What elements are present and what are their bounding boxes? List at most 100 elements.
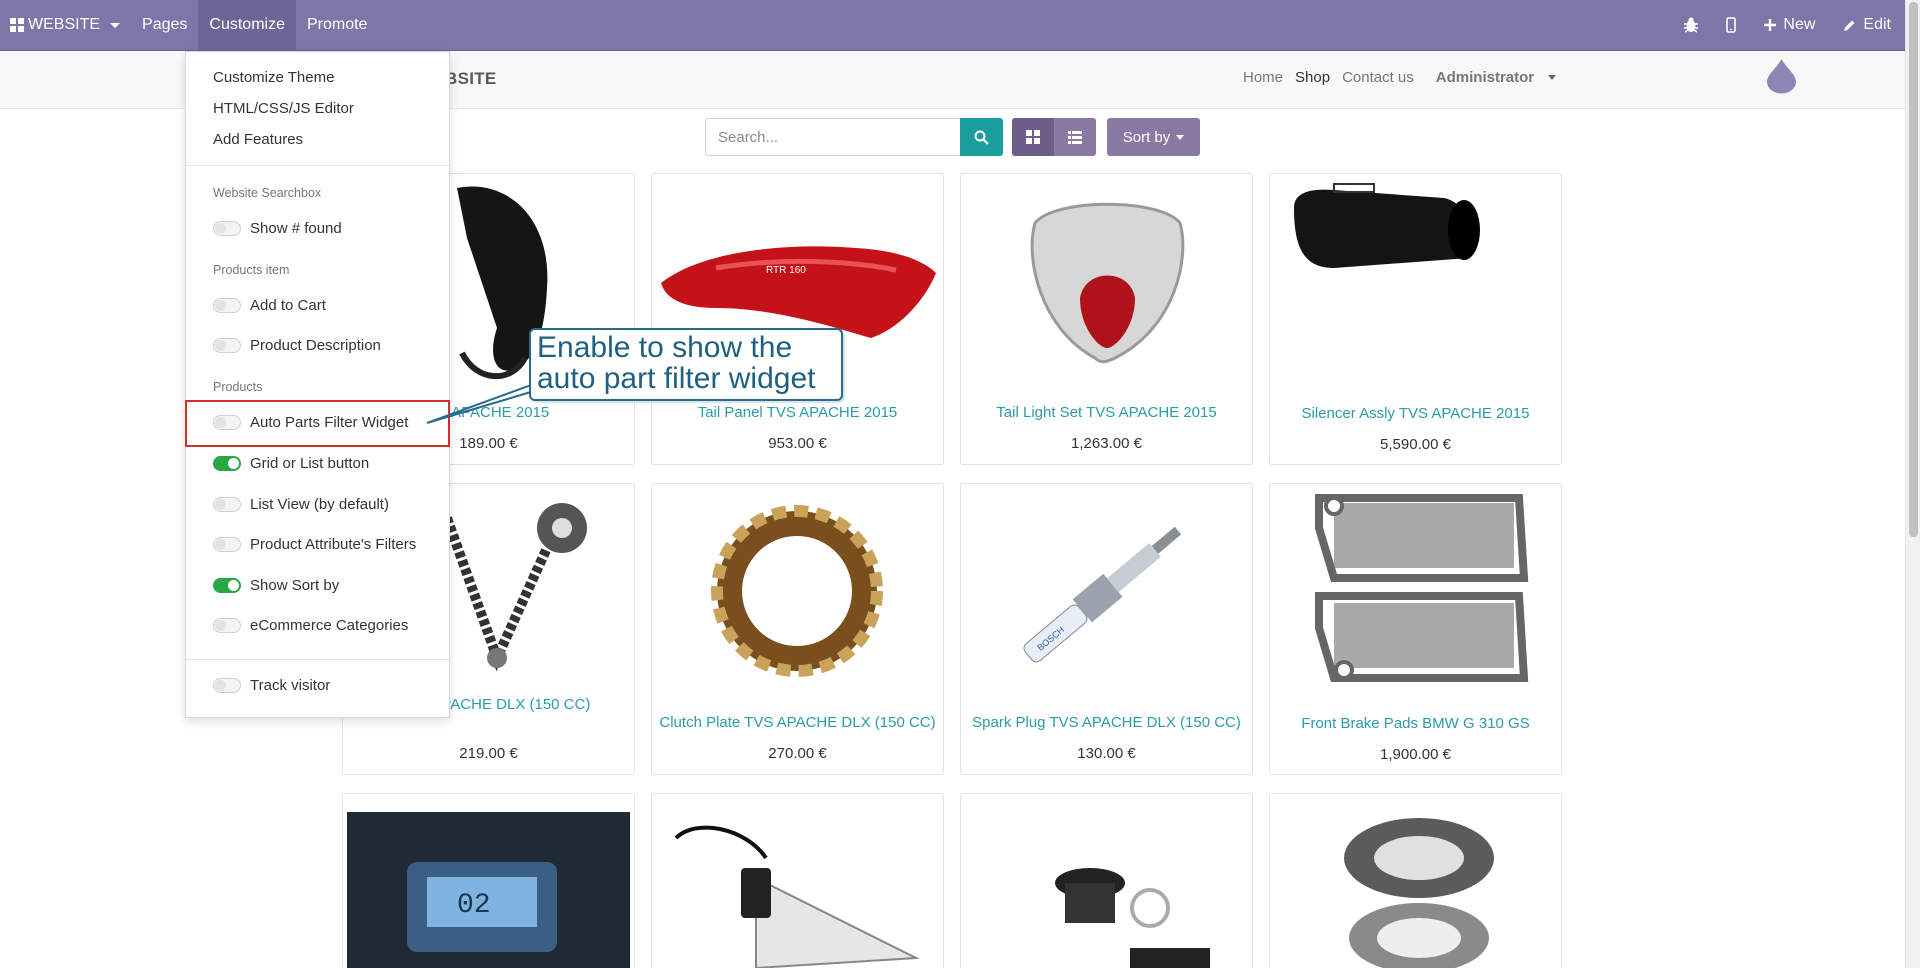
annotation-callout: Enable to show the auto part filter widg…	[529, 328, 843, 401]
option-show-sort-by[interactable]: Show Sort by	[213, 577, 339, 594]
option-label: Track visitor	[250, 677, 331, 694]
caret-down-icon	[1176, 134, 1185, 140]
product-price: 219.00 €	[459, 745, 518, 762]
option-show-found[interactable]: Show # found	[213, 220, 342, 237]
product-name[interactable]: Tail Light Set TVS APACHE 2015	[965, 404, 1248, 422]
bug-icon	[1684, 17, 1699, 33]
menu-header-website-searchbox: Website Searchbox	[213, 186, 322, 200]
product-price: 270.00 €	[768, 745, 827, 762]
option-product-description[interactable]: Product Description	[213, 337, 381, 354]
product-name[interactable]: Front Brake Pads BMW G 310 GS	[1274, 715, 1557, 733]
product-image-brake-pads[interactable]	[1274, 488, 1557, 693]
toggle-switch[interactable]	[213, 298, 241, 313]
product-image-spark-plug[interactable]: BOSCH	[965, 488, 1248, 693]
product-card[interactable]: Tail Light Set TVS APACHE 2015 1,263.00 …	[960, 173, 1253, 465]
new-button[interactable]: New	[1750, 0, 1829, 51]
view-toggle	[1012, 118, 1096, 156]
option-product-attribute-filters[interactable]: Product Attribute's Filters	[213, 536, 416, 553]
menu-divider	[186, 659, 449, 660]
product-card[interactable]	[960, 793, 1253, 968]
product-image-tail-light[interactable]	[965, 178, 1248, 383]
list-view-icon	[1068, 130, 1082, 144]
menu-customize-theme[interactable]: Customize Theme	[213, 69, 334, 86]
product-image-speedometer[interactable]: 02	[347, 812, 630, 968]
toggle-switch-on[interactable]	[213, 578, 241, 593]
mobile-preview-button[interactable]	[1712, 0, 1750, 51]
nav-home[interactable]: Home	[1237, 69, 1289, 86]
svg-text:RTR 160: RTR 160	[766, 265, 806, 276]
product-image-clutch-plate[interactable]	[656, 488, 939, 693]
customize-menu[interactable]: Customize	[198, 0, 296, 51]
edit-button[interactable]: Edit	[1829, 0, 1905, 51]
grid-view-button[interactable]	[1012, 118, 1054, 156]
product-image-indicator[interactable]	[656, 798, 939, 968]
search-icon	[974, 130, 989, 145]
grid-apps-icon	[10, 18, 24, 32]
debug-button[interactable]	[1670, 0, 1712, 51]
option-track-visitor[interactable]: Track visitor	[213, 677, 330, 694]
product-card[interactable]: RTR 160 Tail Panel TVS APACHE 2015 953.0…	[651, 173, 944, 465]
pencil-icon	[1844, 20, 1855, 31]
product-image-bearing[interactable]	[1274, 798, 1557, 968]
menu-html-css-js-editor[interactable]: HTML/CSS/JS Editor	[213, 100, 354, 117]
nav-shop[interactable]: Shop	[1289, 69, 1336, 86]
mobile-icon	[1726, 17, 1737, 33]
option-label: Show # found	[250, 220, 342, 237]
menu-add-features[interactable]: Add Features	[213, 131, 303, 148]
pages-menu[interactable]: Pages	[131, 0, 198, 51]
callout-line-1: Enable to show the	[537, 331, 793, 364]
product-card[interactable]: Silencer Assly TVS APACHE 2015 5,590.00 …	[1269, 173, 1562, 465]
nav-contact[interactable]: Contact us	[1336, 69, 1420, 86]
toggle-switch[interactable]	[213, 338, 241, 353]
product-price: 5,590.00 €	[1380, 436, 1451, 453]
option-grid-or-list-button[interactable]: Grid or List button	[213, 455, 369, 472]
caret-down-icon	[110, 22, 121, 28]
sort-by-dropdown[interactable]: Sort by	[1107, 118, 1200, 156]
toggle-switch[interactable]	[213, 537, 241, 552]
customize-dropdown-menu: Customize Theme HTML/CSS/JS Editor Add F…	[185, 51, 450, 718]
option-add-to-cart[interactable]: Add to Cart	[213, 297, 326, 314]
toggle-switch[interactable]	[213, 221, 241, 236]
toggle-switch[interactable]	[213, 618, 241, 633]
product-card[interactable]	[1269, 793, 1562, 968]
toggle-switch-on[interactable]	[213, 456, 241, 471]
product-card[interactable]: Front Brake Pads BMW G 310 GS 1,900.00 €	[1269, 483, 1562, 775]
toggle-switch[interactable]	[213, 678, 241, 693]
list-view-button[interactable]	[1054, 118, 1096, 156]
option-ecommerce-categories[interactable]: eCommerce Categories	[213, 617, 408, 634]
main-navigation: Home Shop Contact us Administrator	[1237, 69, 1562, 86]
product-card[interactable]: BOSCH Spark Plug TVS APACHE DLX (150 CC)…	[960, 483, 1253, 775]
option-label: Show Sort by	[250, 577, 340, 594]
option-list-view-default[interactable]: List View (by default)	[213, 496, 389, 513]
sort-by-label: Sort by	[1122, 128, 1171, 146]
option-label: eCommerce Categories	[250, 617, 409, 634]
product-card[interactable]: 02	[342, 793, 635, 968]
admin-navbar: WEBSITE Pages Customize Promote New Edit	[0, 0, 1905, 51]
option-label: Grid or List button	[250, 455, 370, 472]
page-scrollbar[interactable]	[1905, 0, 1920, 968]
product-image-silencer[interactable]	[1274, 178, 1557, 383]
menu-divider	[186, 165, 449, 166]
new-label: New	[1783, 16, 1816, 33]
svg-text:02: 02	[457, 890, 491, 921]
product-price: 130.00 €	[1077, 745, 1136, 762]
product-name[interactable]: Clutch Plate TVS APACHE DLX (150 CC)	[656, 714, 939, 732]
callout-line-2: auto part filter widget	[537, 362, 816, 395]
search-button[interactable]	[960, 118, 1003, 156]
product-image-fuel-cap[interactable]	[965, 798, 1248, 968]
toggle-switch[interactable]	[213, 497, 241, 512]
scrollbar-thumb[interactable]	[1909, 2, 1918, 537]
promote-menu[interactable]: Promote	[296, 0, 378, 51]
apps-menu-label: WEBSITE	[28, 16, 101, 33]
product-card[interactable]: Clutch Plate TVS APACHE DLX (150 CC) 270…	[651, 483, 944, 775]
apps-menu-button[interactable]: WEBSITE	[0, 0, 131, 51]
site-logo[interactable]: BSITE	[445, 69, 497, 89]
product-card[interactable]	[651, 793, 944, 968]
product-name[interactable]: Silencer Assly TVS APACHE 2015	[1274, 405, 1557, 423]
product-name[interactable]: Spark Plug TVS APACHE DLX (150 CC)	[965, 714, 1248, 732]
option-label: Product Attribute's Filters	[250, 536, 417, 553]
product-name[interactable]: Tail Panel TVS APACHE 2015	[656, 404, 939, 422]
user-menu[interactable]: Administrator	[1424, 69, 1562, 86]
product-search-input[interactable]	[705, 118, 961, 156]
callout-pointer	[426, 383, 532, 424]
